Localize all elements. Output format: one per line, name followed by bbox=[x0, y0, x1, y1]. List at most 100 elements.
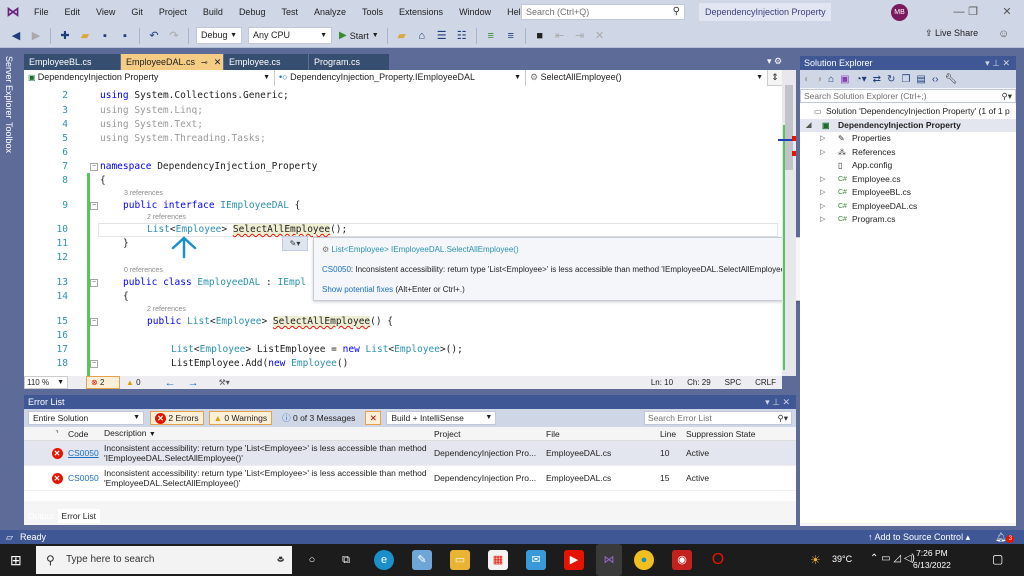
configuration-select[interactable]: Debug ▼ bbox=[196, 27, 242, 44]
cortana-icon[interactable]: ○ bbox=[302, 550, 322, 570]
tree-item-employeebl[interactable]: ▷ C# EmployeeBL.cs bbox=[800, 186, 1016, 200]
back-icon[interactable]: ◀ bbox=[8, 28, 24, 44]
code-editor[interactable]: 2 using using System.Collections.Generic… bbox=[24, 86, 782, 376]
zoom-select[interactable]: 110 % ▼ bbox=[24, 376, 68, 389]
expand-icon[interactable]: ▷ bbox=[820, 213, 825, 227]
error-code-link[interactable]: CS0050 bbox=[322, 265, 351, 274]
prev-bookmark-icon[interactable]: ⇤ bbox=[552, 28, 568, 44]
collapse-icon[interactable]: − bbox=[90, 202, 98, 210]
tab-employee[interactable]: Employee.cs bbox=[224, 54, 308, 70]
menu-analyze[interactable]: Analyze bbox=[306, 0, 354, 24]
add-source-control-button[interactable]: ↑ Add to Source Control ▴ bbox=[868, 530, 970, 544]
notepad-icon[interactable]: ✎ bbox=[412, 550, 432, 570]
type-combo[interactable]: •○ DependencyInjection_Property.IEmploye… bbox=[275, 70, 526, 86]
codelens-references[interactable]: 3 references bbox=[124, 190, 163, 197]
chrome-icon[interactable]: ● bbox=[634, 550, 654, 570]
tree-item-program[interactable]: ▷ C# Program.cs bbox=[800, 213, 1016, 227]
forward-icon[interactable]: ◑ bbox=[816, 74, 822, 85]
mail-icon[interactable]: ✉ bbox=[526, 550, 546, 570]
start-button[interactable]: ▶ Start ▼ bbox=[339, 30, 379, 41]
table-row[interactable]: ✕ CS0050 Inconsistent accessibility: ret… bbox=[24, 466, 796, 491]
collapse-icon[interactable]: − bbox=[90, 318, 98, 326]
pin-icon[interactable]: ⊸ bbox=[201, 58, 208, 67]
tree-item-project[interactable]: ◢ ▣ DependencyInjection Property bbox=[800, 118, 1016, 132]
clock[interactable]: 7:26 PM 6/13/2022 bbox=[913, 547, 951, 571]
switch-views-icon[interactable]: ▣ bbox=[840, 74, 849, 85]
tree-item-properties[interactable]: ▷ ✎ Properties bbox=[800, 132, 1016, 146]
cleanup-icon[interactable]: ⚒▾ bbox=[219, 378, 230, 387]
recorder-icon[interactable]: ◉ bbox=[672, 550, 692, 570]
member-combo[interactable]: ⚙ SelectAllEmployee() ▼ bbox=[526, 70, 768, 86]
collapse-icon[interactable]: − bbox=[90, 163, 98, 171]
toolbox-tab[interactable]: Toolbox bbox=[4, 122, 14, 153]
visual-studio-taskbar-icon[interactable]: ⋈ bbox=[596, 544, 622, 576]
expand-icon[interactable]: ▷ bbox=[820, 200, 825, 214]
show-all-files-icon[interactable]: ▤ bbox=[916, 74, 925, 85]
menu-tools[interactable]: Tools bbox=[354, 0, 391, 24]
open-folder-icon[interactable]: ▰ bbox=[77, 28, 93, 44]
menu-test[interactable]: Test bbox=[273, 0, 306, 24]
solution-explorer-search-input[interactable]: Search Solution Explorer (Ctrl+;) ⚲▾ bbox=[800, 89, 1016, 103]
menu-build[interactable]: Build bbox=[195, 0, 231, 24]
comment-icon[interactable]: ≡ bbox=[483, 28, 499, 44]
expand-icon[interactable]: ▷ bbox=[820, 186, 825, 200]
menu-extensions[interactable]: Extensions bbox=[391, 0, 451, 24]
nav-back-icon[interactable]: ← bbox=[165, 377, 176, 389]
user-avatar[interactable]: MB bbox=[891, 4, 908, 21]
table-row[interactable]: ✕ CS0050 Inconsistent accessibility: ret… bbox=[24, 441, 796, 466]
filter-toggle-icon[interactable]: ✕ bbox=[365, 411, 382, 425]
bookmark-icon[interactable]: ■ bbox=[532, 28, 548, 44]
menu-file[interactable]: File bbox=[26, 0, 57, 24]
warning-count-button[interactable]: ▲ 0 bbox=[126, 378, 141, 387]
expand-icon[interactable]: ▷ bbox=[820, 132, 825, 146]
weather-icon[interactable]: ☀ bbox=[810, 553, 821, 567]
panel-controls[interactable]: ▾ ⊥ ✕ bbox=[765, 395, 790, 409]
store-icon[interactable]: ▦ bbox=[488, 550, 508, 570]
column-suppression[interactable]: Suppression State bbox=[686, 429, 786, 439]
tree-item-appconfig[interactable]: ▯ App.config bbox=[800, 159, 1016, 173]
errors-filter-button[interactable]: ✕ 2 Errors bbox=[150, 411, 204, 425]
uncomment-icon[interactable]: ≡ bbox=[503, 28, 519, 44]
nav-forward-icon[interactable]: → bbox=[188, 377, 199, 389]
menu-debug[interactable]: Debug bbox=[231, 0, 274, 24]
tab-employeebl[interactable]: EmployeeBL.cs bbox=[24, 54, 120, 70]
opera-icon[interactable]: O bbox=[708, 550, 728, 570]
pending-changes-icon[interactable]: ◔▾ bbox=[856, 74, 867, 85]
split-icon[interactable]: ⇕ bbox=[768, 70, 782, 85]
sort-icon[interactable]: ⌝ bbox=[46, 430, 68, 438]
collapse-icon[interactable]: − bbox=[90, 360, 98, 368]
tab-overflow-icon[interactable]: ▾ ⚙ bbox=[767, 56, 782, 67]
properties-wrench-icon[interactable]: 🔧︎ bbox=[945, 74, 958, 85]
error-count-button[interactable]: ⊗ 2 bbox=[86, 376, 120, 389]
windows-start-icon[interactable]: ⊞ bbox=[10, 552, 22, 569]
file-explorer-icon[interactable]: ▭ bbox=[450, 550, 470, 570]
live-share-button[interactable]: ⇪ Live Share bbox=[925, 28, 978, 39]
code-view-icon[interactable]: ‹› bbox=[932, 74, 939, 85]
column-project[interactable]: Project bbox=[434, 429, 546, 439]
codelens-references[interactable]: 2 references bbox=[147, 214, 186, 221]
edge-icon[interactable]: e bbox=[374, 550, 394, 570]
taskbar-search-input[interactable]: ⚲ Type here to search 🎩︎ bbox=[36, 546, 292, 574]
task-view-icon[interactable]: ⧉ bbox=[336, 550, 356, 570]
tree-item-references[interactable]: ▷ ⁂ References bbox=[800, 146, 1016, 160]
codelens-references[interactable]: 0 references bbox=[124, 267, 163, 274]
find-in-files-icon[interactable]: ▰ bbox=[394, 28, 410, 44]
menu-project[interactable]: Project bbox=[151, 0, 195, 24]
show-fixes-link[interactable]: Show potential fixes bbox=[322, 285, 393, 294]
column-description[interactable]: Description ▼ bbox=[104, 428, 434, 440]
expand-icon[interactable]: ▷ bbox=[820, 146, 825, 160]
indent-icon[interactable]: ☰ bbox=[434, 28, 450, 44]
close-tab-icon[interactable]: ✕ bbox=[214, 57, 222, 67]
restore-icon[interactable]: ❐ bbox=[956, 0, 990, 24]
scope-select[interactable]: Entire Solution ▼ bbox=[28, 411, 144, 425]
platform-select[interactable]: Any CPU ▼ bbox=[248, 27, 332, 44]
whitespace-indicator[interactable]: SPC bbox=[725, 378, 741, 387]
global-search-input[interactable]: Search (Ctrl+Q) ⚲ bbox=[521, 4, 685, 20]
action-center-icon[interactable]: ▢ bbox=[992, 552, 1003, 566]
solution-explorer-icon[interactable]: ⌂ bbox=[414, 28, 430, 44]
menu-window[interactable]: Window bbox=[451, 0, 499, 24]
menu-edit[interactable]: Edit bbox=[57, 0, 89, 24]
close-window-button[interactable]: ✕ bbox=[990, 0, 1024, 24]
column-file[interactable]: File bbox=[546, 429, 660, 439]
notifications-bell-icon[interactable]: 🔔︎ 3 bbox=[995, 530, 1015, 544]
